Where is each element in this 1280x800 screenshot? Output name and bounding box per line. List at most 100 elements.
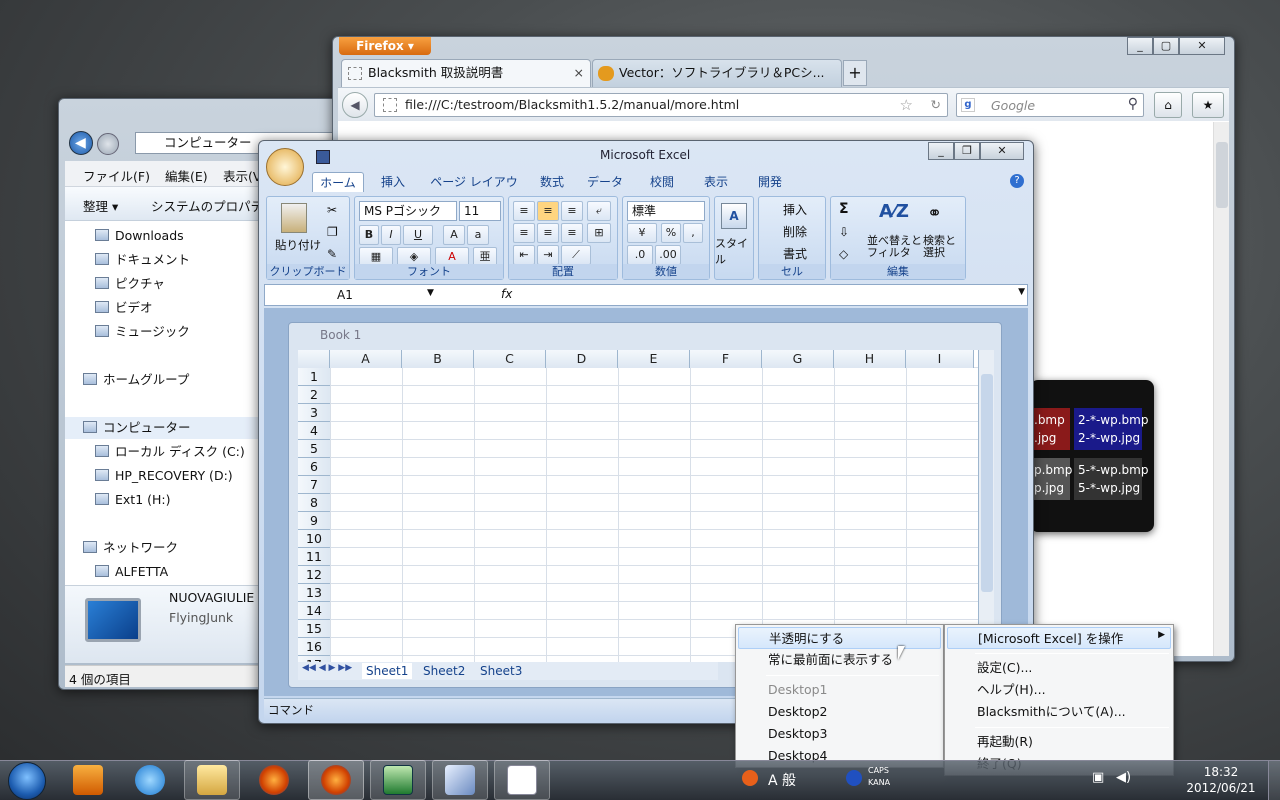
nav-item[interactable]: ALFETTA [95, 561, 168, 583]
preview-tile-4[interactable]: 5-*-wp.bmp 5-*-wp.jpg [1074, 458, 1148, 500]
menu-help[interactable]: ヘルプ(H)... [947, 679, 1171, 701]
decrease-indent-button[interactable]: ⇤ [513, 245, 535, 265]
column-header[interactable]: B [402, 350, 474, 368]
percent-button[interactable]: % [661, 223, 681, 243]
decrease-decimal-button[interactable]: .00 [655, 245, 681, 265]
align-center-button[interactable]: ≡ [537, 223, 559, 243]
row-header[interactable]: 14 [298, 602, 330, 620]
back-button[interactable]: ◀ [342, 92, 368, 118]
nav-item[interactable]: ローカル ディスク (C:) [95, 441, 245, 463]
start-button[interactable] [8, 762, 46, 800]
sort-filter-button[interactable]: 並べ替えと フィルタ [867, 235, 922, 259]
menu-desktop3[interactable]: Desktop3 [738, 723, 941, 745]
column-header[interactable]: F [690, 350, 762, 368]
select-all-corner[interactable] [298, 350, 330, 368]
organize-button[interactable]: 整理 ▾ [83, 196, 118, 215]
firefox-window-icon[interactable] [308, 760, 364, 800]
volume-icon[interactable]: ◀) [1116, 770, 1131, 785]
nav-item[interactable]: ドキュメント [95, 249, 190, 271]
ribbon-tab[interactable]: ホーム [312, 172, 364, 192]
align-bottom-button[interactable]: ≡ [561, 201, 583, 221]
paste-icon[interactable] [281, 203, 307, 233]
reload-icon[interactable]: ↻ [931, 94, 941, 116]
menu-settings[interactable]: 設定(C)... [947, 657, 1171, 679]
nav-item[interactable]: ネットワーク [83, 537, 178, 559]
media-player-icon[interactable] [60, 760, 116, 800]
find-select-button[interactable]: 検索と 選択 [923, 235, 956, 259]
comma-button[interactable]: , [683, 223, 703, 243]
nav-item[interactable]: Ext1 (H:) [95, 489, 171, 511]
preview-tile-1[interactable]: .bmp .jpg [1030, 408, 1070, 450]
help-tray-icon[interactable] [846, 770, 862, 786]
column-header[interactable]: C [474, 350, 546, 368]
quick-access-save-icon[interactable] [316, 150, 330, 164]
notepad-icon[interactable] [494, 760, 550, 800]
column-header[interactable]: E [618, 350, 690, 368]
help-icon[interactable]: ? [1010, 174, 1024, 188]
system-properties-button[interactable]: システムのプロパテ [151, 196, 263, 215]
nav-item[interactable]: Downloads [95, 225, 184, 247]
align-top-button[interactable]: ≡ [513, 201, 535, 221]
fx-label[interactable]: fx [501, 287, 512, 301]
ribbon-tab[interactable]: ページ レイアウト [426, 172, 522, 209]
wrap-text-button[interactable]: ⤶ [587, 201, 611, 221]
row-header[interactable]: 11 [298, 548, 330, 566]
row-header[interactable]: 1 [298, 368, 330, 386]
italic-button[interactable]: I [381, 225, 401, 245]
tab-blacksmith-manual[interactable]: Blacksmith 取扱説明書 × [341, 59, 591, 87]
menu-about[interactable]: Blacksmithについて(A)... [947, 701, 1171, 723]
vertical-scrollbar[interactable] [978, 350, 994, 662]
autosum-icon[interactable]: Σ [839, 201, 849, 217]
blacksmith-icon[interactable] [432, 760, 488, 800]
format-painter-icon[interactable]: ✎ [327, 247, 337, 261]
row-header[interactable]: 5 [298, 440, 330, 458]
row-header[interactable]: 10 [298, 530, 330, 548]
file-explorer-icon[interactable] [184, 760, 240, 800]
ribbon-tab[interactable]: 表示 [694, 172, 738, 192]
maximize-button[interactable]: ▢ [1153, 37, 1179, 55]
align-right-button[interactable]: ≡ [561, 223, 583, 243]
increase-decimal-button[interactable]: .0 [627, 245, 653, 265]
row-header[interactable]: 8 [298, 494, 330, 512]
font-name-select[interactable]: MS Pゴシック [359, 201, 457, 221]
url-bar[interactable]: file:///C:/testroom/Blacksmith1.5.2/manu… [374, 93, 948, 117]
formula-expand-icon[interactable]: ▼ [1018, 287, 1025, 297]
nav-item[interactable]: HP_RECOVERY (D:) [95, 465, 233, 487]
excel-close-button[interactable]: ✕ [980, 142, 1024, 160]
ribbon-tab[interactable]: 挿入 [372, 172, 414, 192]
firefox-icon[interactable] [246, 760, 302, 800]
delete-cells-button[interactable]: 削除 [783, 223, 807, 240]
row-header[interactable]: 15 [298, 620, 330, 638]
firefox-scrollbar[interactable] [1213, 122, 1229, 656]
menu-edit[interactable]: 編集(E) [165, 166, 208, 185]
row-header[interactable]: 3 [298, 404, 330, 422]
shrink-font-button[interactable]: a [467, 225, 489, 245]
paste-button[interactable]: 貼り付け [275, 237, 321, 253]
ribbon-tab[interactable]: 校閲 [640, 172, 684, 192]
fill-icon[interactable]: ⇩ [839, 225, 849, 239]
explorer-back-button[interactable]: ◀ [69, 131, 93, 155]
network-icon[interactable]: ▣ [1092, 770, 1104, 785]
nav-item[interactable]: ミュージック [95, 321, 190, 343]
nav-item[interactable]: ピクチャ [95, 273, 165, 295]
row-header[interactable]: 2 [298, 386, 330, 404]
menu-view[interactable]: 表示(V [223, 166, 261, 185]
align-left-button[interactable]: ≡ [513, 223, 535, 243]
row-header[interactable]: 6 [298, 458, 330, 476]
number-format-select[interactable]: 標準 [627, 201, 705, 221]
sheet-tab[interactable]: Sheet2 [423, 663, 465, 679]
column-header[interactable]: D [546, 350, 618, 368]
firefox-app-button[interactable]: Firefox ▾ [339, 37, 431, 55]
row-header[interactable]: 12 [298, 566, 330, 584]
close-button[interactable]: ✕ [1179, 37, 1225, 55]
currency-button[interactable]: ¥ [627, 223, 657, 243]
new-tab-button[interactable]: + [843, 60, 867, 86]
underline-button[interactable]: U [403, 225, 433, 245]
excel-restore-button[interactable]: ❐ [954, 142, 980, 160]
preview-tile-3[interactable]: p.bmp p.jpg [1030, 458, 1072, 500]
menu-desktop2[interactable]: Desktop2 [738, 701, 941, 723]
bookmarks-button[interactable]: ★ [1192, 92, 1224, 118]
nav-item[interactable]: ホームグループ [83, 369, 189, 391]
preview-tile-2[interactable]: 2-*-wp.bmp 2-*-wp.jpg [1074, 408, 1148, 450]
menu-always-on-top[interactable]: 常に最前面に表示する [738, 649, 941, 671]
